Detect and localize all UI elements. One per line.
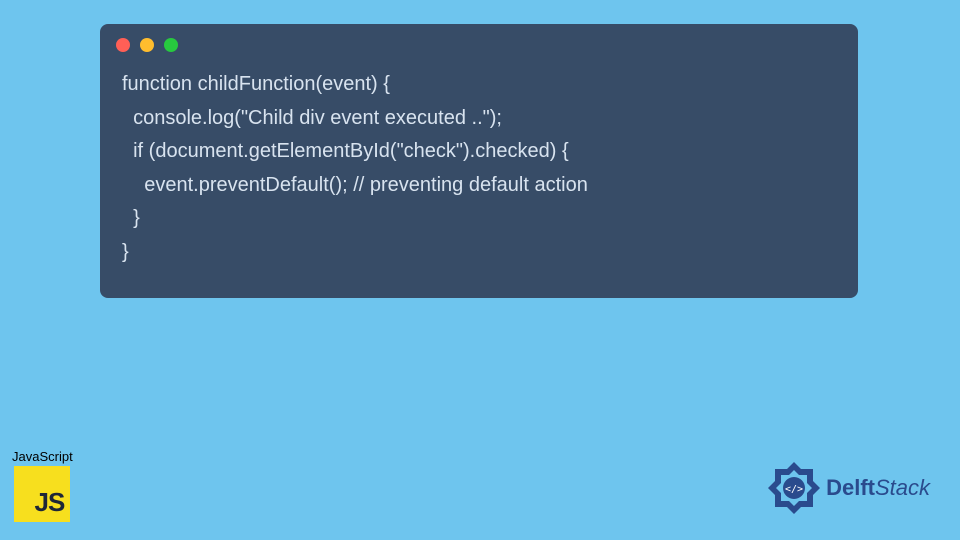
delft-prefix: Delft	[826, 475, 875, 500]
code-line: }	[122, 241, 129, 263]
delftstack-text: DelftStack	[826, 475, 930, 501]
code-line: }	[122, 207, 140, 229]
javascript-label: JavaScript	[12, 449, 73, 464]
svg-text:</>: </>	[785, 484, 803, 495]
window-minimize-icon	[140, 38, 154, 52]
window-maximize-icon	[164, 38, 178, 52]
javascript-badge: JavaScript JS	[12, 449, 73, 522]
window-header	[100, 24, 858, 58]
code-line: console.log("Child div event executed ..…	[122, 107, 502, 129]
delftstack-badge: </> DelftStack	[766, 460, 930, 516]
delftstack-logo-icon: </>	[766, 460, 822, 516]
code-window: function childFunction(event) { console.…	[100, 24, 858, 298]
javascript-logo-icon: JS	[14, 466, 70, 522]
code-line: if (document.getElementById("check").che…	[122, 140, 569, 162]
javascript-logo-text: JS	[35, 487, 65, 518]
code-line: event.preventDefault(); // preventing de…	[122, 174, 588, 196]
code-line: function childFunction(event) {	[122, 73, 390, 95]
code-content: function childFunction(event) { console.…	[100, 58, 858, 278]
window-close-icon	[116, 38, 130, 52]
delft-suffix: Stack	[875, 475, 930, 500]
